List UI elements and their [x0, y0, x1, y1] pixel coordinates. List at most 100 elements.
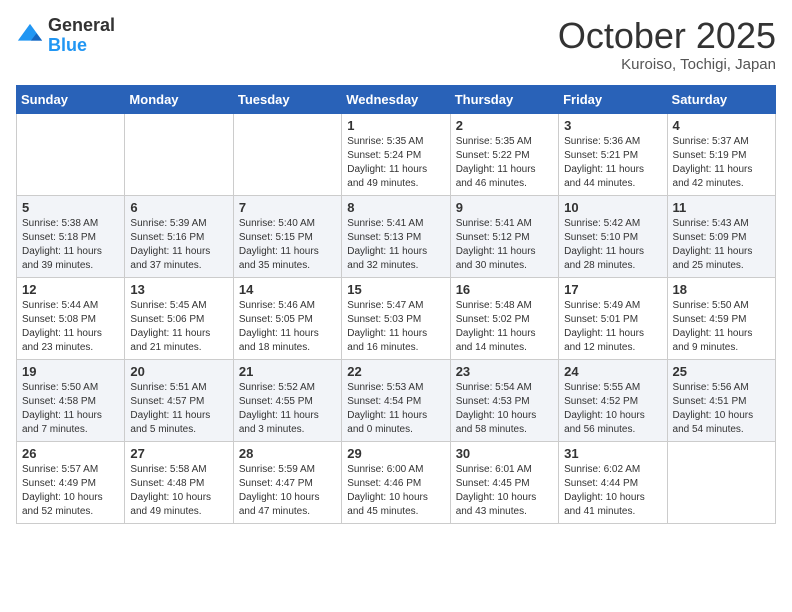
day-info: Sunrise: 5:36 AM Sunset: 5:21 PM Dayligh… — [564, 135, 661, 191]
calendar-cell: 15Sunrise: 5:47 AM Sunset: 5:03 PM Dayli… — [342, 277, 450, 359]
calendar-row-4: 26Sunrise: 5:57 AM Sunset: 4:49 PM Dayli… — [17, 441, 776, 523]
location: Kuroiso, Tochigi, Japan — [558, 56, 776, 73]
logo-icon — [16, 22, 44, 50]
day-number: 17 — [564, 282, 661, 297]
day-number: 14 — [239, 282, 336, 297]
calendar-cell: 7Sunrise: 5:40 AM Sunset: 5:15 PM Daylig… — [233, 195, 341, 277]
day-number: 6 — [130, 200, 227, 215]
day-number: 31 — [564, 446, 661, 461]
calendar-cell: 25 Sunrise: 5:56 AM Sunset: 4:51 PM Dayli… — [667, 359, 775, 441]
day-number: 30 — [456, 446, 553, 461]
calendar-cell: 31Sunrise: 6:02 AM Sunset: 4:44 PM Dayli… — [559, 441, 667, 523]
day-number: 3 — [564, 118, 661, 133]
day-info: Sunrise: 5:52 AM Sunset: 4:55 PM Dayligh… — [239, 381, 336, 437]
day-number: 9 — [456, 200, 553, 215]
calendar-cell: 22 Sunrise: 5:53 AM Sunset: 4:54 PM Dayli… — [342, 359, 450, 441]
calendar-cell: 29 Sunrise: 6:00 AM Sunset: 4:46 PM Dayli… — [342, 441, 450, 523]
day-info: Sunrise: 5:53 AM Sunset: 4:54 PM Dayligh… — [347, 381, 444, 437]
calendar-cell: 21 Sunrise: 5:52 AM Sunset: 4:55 PM Dayli… — [233, 359, 341, 441]
day-number: 29 — [347, 446, 444, 461]
calendar-cell: 2 Sunrise: 5:35 AM Sunset: 5:22 PM Daylig… — [450, 113, 558, 195]
day-info: Sunrise: 5:55 AM Sunset: 4:52 PM Dayligh… — [564, 381, 661, 437]
day-number: 5 — [22, 200, 119, 215]
day-number: 25 — [673, 364, 770, 379]
calendar-cell: 17 Sunrise: 5:49 AM Sunset: 5:01 PM Dayli… — [559, 277, 667, 359]
day-number: 20 — [130, 364, 227, 379]
day-info: Sunrise: 5:44 AM Sunset: 5:08 PM Dayligh… — [22, 299, 119, 355]
day-info: Sunrise: 5:56 AM Sunset: 4:51 PM Dayligh… — [673, 381, 770, 437]
day-info: Sunrise: 5:43 AM Sunset: 5:09 PM Dayligh… — [673, 217, 770, 273]
calendar-cell: 18 Sunrise: 5:50 AM Sunset: 4:59 PM Dayli… — [667, 277, 775, 359]
day-info: Sunrise: 5:38 AM Sunset: 5:18 PM Dayligh… — [22, 217, 119, 273]
day-number: 16 — [456, 282, 553, 297]
day-info: Sunrise: 5:58 AM Sunset: 4:48 PM Dayligh… — [130, 463, 227, 519]
calendar-cell: 26Sunrise: 5:57 AM Sunset: 4:49 PM Dayli… — [17, 441, 125, 523]
weekday-header-friday: Friday — [559, 85, 667, 113]
page-header: General Blue October 2025 Kuroiso, Tochi… — [16, 16, 776, 73]
day-info: Sunrise: 5:51 AM Sunset: 4:57 PM Dayligh… — [130, 381, 227, 437]
day-number: 2 — [456, 118, 553, 133]
calendar-cell: 11Sunrise: 5:43 AM Sunset: 5:09 PM Dayli… — [667, 195, 775, 277]
weekday-header-sunday: Sunday — [17, 85, 125, 113]
calendar-cell — [17, 113, 125, 195]
weekday-header-saturday: Saturday — [667, 85, 775, 113]
day-number: 22 — [347, 364, 444, 379]
day-number: 21 — [239, 364, 336, 379]
day-info: Sunrise: 5:35 AM Sunset: 5:22 PM Dayligh… — [456, 135, 553, 191]
calendar-row-1: 5 Sunrise: 5:38 AM Sunset: 5:18 PM Daylig… — [17, 195, 776, 277]
weekday-header-wednesday: Wednesday — [342, 85, 450, 113]
logo-blue-text: Blue — [48, 35, 87, 55]
day-info: Sunrise: 6:00 AM Sunset: 4:46 PM Dayligh… — [347, 463, 444, 519]
day-info: Sunrise: 5:54 AM Sunset: 4:53 PM Dayligh… — [456, 381, 553, 437]
day-number: 8 — [347, 200, 444, 215]
calendar-cell: 23 Sunrise: 5:54 AM Sunset: 4:53 PM Dayli… — [450, 359, 558, 441]
day-number: 1 — [347, 118, 444, 133]
calendar-cell: 10 Sunrise: 5:42 AM Sunset: 5:10 PM Dayli… — [559, 195, 667, 277]
calendar-row-2: 12Sunrise: 5:44 AM Sunset: 5:08 PM Dayli… — [17, 277, 776, 359]
calendar-cell: 27 Sunrise: 5:58 AM Sunset: 4:48 PM Dayli… — [125, 441, 233, 523]
logo-general-text: General — [48, 15, 115, 35]
day-info: Sunrise: 5:37 AM Sunset: 5:19 PM Dayligh… — [673, 135, 770, 191]
calendar-cell: 6 Sunrise: 5:39 AM Sunset: 5:16 PM Daylig… — [125, 195, 233, 277]
day-info: Sunrise: 5:41 AM Sunset: 5:13 PM Dayligh… — [347, 217, 444, 273]
day-number: 15 — [347, 282, 444, 297]
day-number: 10 — [564, 200, 661, 215]
calendar-cell: 12Sunrise: 5:44 AM Sunset: 5:08 PM Dayli… — [17, 277, 125, 359]
calendar-row-0: 1 Sunrise: 5:35 AM Sunset: 5:24 PM Daylig… — [17, 113, 776, 195]
day-number: 23 — [456, 364, 553, 379]
weekday-header-row: SundayMondayTuesdayWednesdayThursdayFrid… — [17, 85, 776, 113]
weekday-header-monday: Monday — [125, 85, 233, 113]
day-number: 7 — [239, 200, 336, 215]
day-info: Sunrise: 5:42 AM Sunset: 5:10 PM Dayligh… — [564, 217, 661, 273]
day-number: 18 — [673, 282, 770, 297]
title-area: October 2025 Kuroiso, Tochigi, Japan — [558, 16, 776, 73]
calendar-row-3: 19 Sunrise: 5:50 AM Sunset: 4:58 PM Dayli… — [17, 359, 776, 441]
day-number: 28 — [239, 446, 336, 461]
calendar-cell: 5 Sunrise: 5:38 AM Sunset: 5:18 PM Daylig… — [17, 195, 125, 277]
calendar-cell: 4 Sunrise: 5:37 AM Sunset: 5:19 PM Daylig… — [667, 113, 775, 195]
calendar-cell — [667, 441, 775, 523]
day-info: Sunrise: 5:50 AM Sunset: 4:58 PM Dayligh… — [22, 381, 119, 437]
day-info: Sunrise: 5:39 AM Sunset: 5:16 PM Dayligh… — [130, 217, 227, 273]
calendar-cell: 28 Sunrise: 5:59 AM Sunset: 4:47 PM Dayli… — [233, 441, 341, 523]
month-title: October 2025 — [558, 16, 776, 56]
day-number: 19 — [22, 364, 119, 379]
calendar-cell: 13Sunrise: 5:45 AM Sunset: 5:06 PM Dayli… — [125, 277, 233, 359]
day-info: Sunrise: 5:59 AM Sunset: 4:47 PM Dayligh… — [239, 463, 336, 519]
day-number: 24 — [564, 364, 661, 379]
calendar-cell: 30 Sunrise: 6:01 AM Sunset: 4:45 PM Dayli… — [450, 441, 558, 523]
calendar-cell: 1 Sunrise: 5:35 AM Sunset: 5:24 PM Daylig… — [342, 113, 450, 195]
day-info: Sunrise: 5:50 AM Sunset: 4:59 PM Dayligh… — [673, 299, 770, 355]
day-info: Sunrise: 6:01 AM Sunset: 4:45 PM Dayligh… — [456, 463, 553, 519]
day-info: Sunrise: 5:49 AM Sunset: 5:01 PM Dayligh… — [564, 299, 661, 355]
day-number: 4 — [673, 118, 770, 133]
day-number: 27 — [130, 446, 227, 461]
day-info: Sunrise: 5:35 AM Sunset: 5:24 PM Dayligh… — [347, 135, 444, 191]
day-info: Sunrise: 5:48 AM Sunset: 5:02 PM Dayligh… — [456, 299, 553, 355]
calendar-cell: 3 Sunrise: 5:36 AM Sunset: 5:21 PM Daylig… — [559, 113, 667, 195]
day-number: 26 — [22, 446, 119, 461]
weekday-header-tuesday: Tuesday — [233, 85, 341, 113]
day-info: Sunrise: 5:45 AM Sunset: 5:06 PM Dayligh… — [130, 299, 227, 355]
calendar-cell: 20 Sunrise: 5:51 AM Sunset: 4:57 PM Dayli… — [125, 359, 233, 441]
calendar-cell: 9Sunrise: 5:41 AM Sunset: 5:12 PM Daylig… — [450, 195, 558, 277]
